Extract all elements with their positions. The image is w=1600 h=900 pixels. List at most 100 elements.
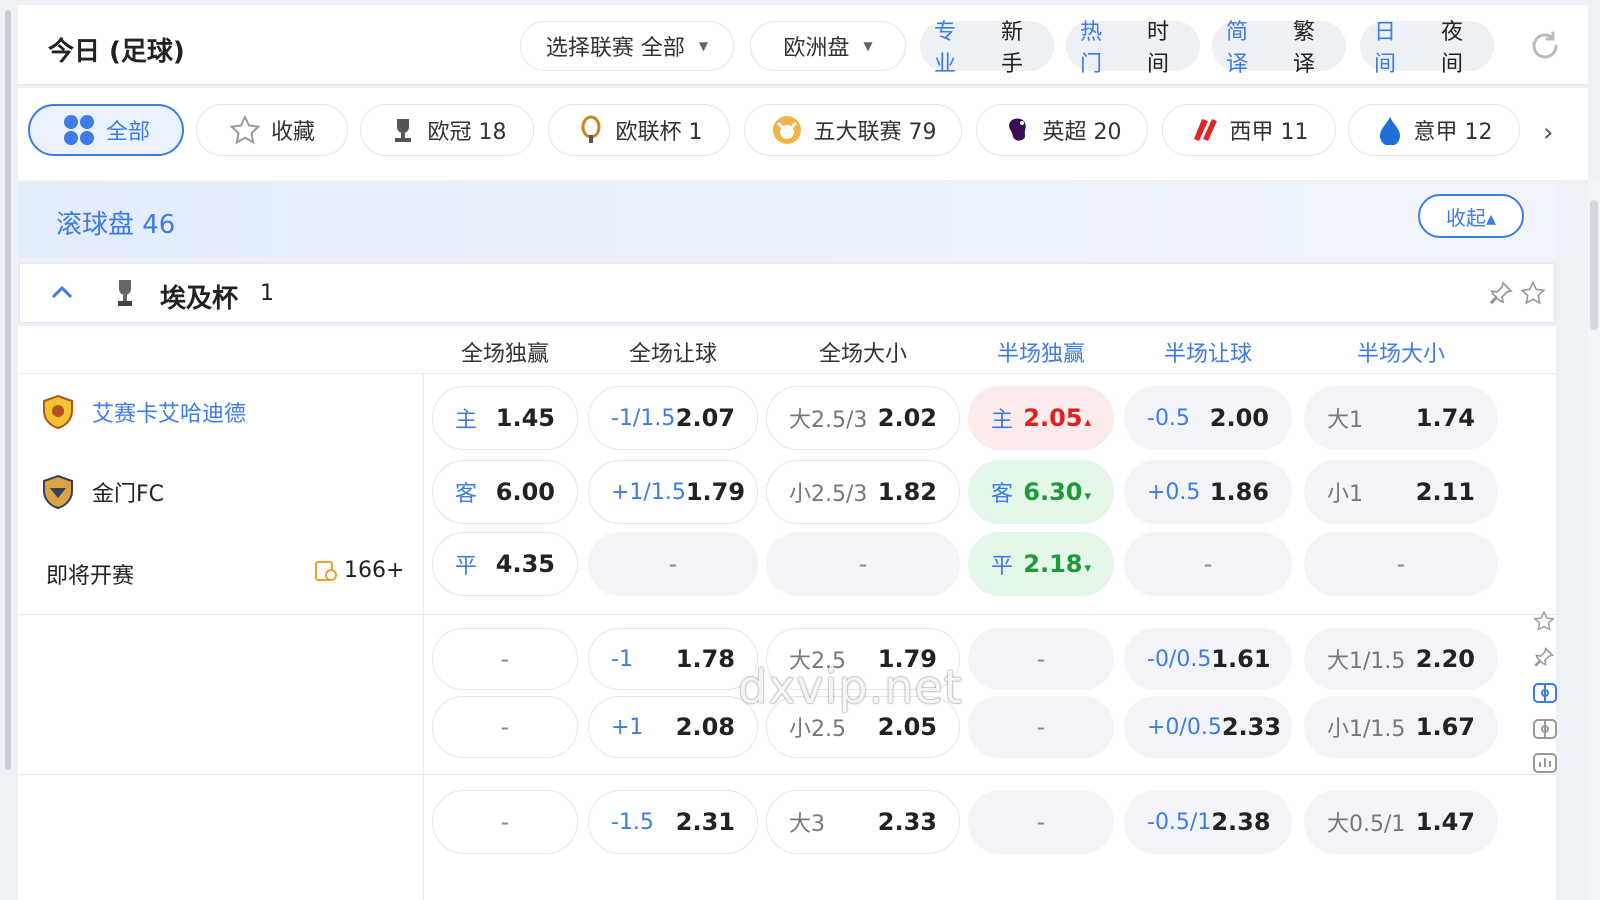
odds-cell-ht-handicap[interactable]: +0/0.5 2.33: [1124, 696, 1292, 758]
pin-icon[interactable]: [1533, 646, 1555, 668]
odds-value: 2.05 ▴: [1023, 404, 1091, 432]
league-filter-favorites[interactable]: 收藏: [196, 104, 348, 156]
odds-cell-ft-handicap[interactable]: +1 2.08: [588, 696, 758, 758]
odds-value: 2.08: [676, 713, 735, 741]
odds-cell-ft-totals[interactable]: 大2.5/3 2.02: [766, 386, 960, 450]
caret-down-icon: ▼: [698, 39, 709, 53]
stats-chart-icon[interactable]: [1533, 752, 1557, 774]
odds-value: 1.45: [496, 404, 555, 432]
markets-icon: [315, 560, 337, 581]
league-group-header[interactable]: 埃及杯 1: [18, 262, 1556, 324]
day-mode-option[interactable]: 日间: [1360, 14, 1427, 78]
mode-pro-option[interactable]: 专业: [920, 14, 987, 78]
odds-cell-ht-totals[interactable]: 大0.5/1 1.47: [1304, 790, 1498, 854]
col-ht-totals: 半场大小: [1356, 342, 1445, 367]
odds-value: 1.47: [1416, 808, 1475, 836]
mode-novice-option[interactable]: 新手: [987, 14, 1054, 78]
odds-number: 4.35: [495, 550, 555, 578]
odds-value: 6.00: [496, 478, 555, 506]
odds-type-dropdown[interactable]: 欧洲盘 ▼: [750, 21, 906, 71]
away-team[interactable]: 金门FC: [40, 474, 164, 510]
league-filter-epl[interactable]: 英超 20: [976, 104, 1148, 156]
odds-number: 2.31: [675, 808, 735, 836]
la-liga-icon: [1190, 115, 1220, 145]
odds-cell-ht-totals[interactable]: 大1 1.74: [1304, 386, 1498, 450]
league-filter-top-five[interactable]: 五大联赛 79: [744, 104, 962, 156]
odds-number: 2.33: [877, 808, 937, 836]
refresh-icon[interactable]: [1528, 29, 1562, 63]
more-markets-link[interactable]: 166+: [314, 558, 404, 583]
star-outline-icon[interactable]: [1520, 280, 1546, 310]
odds-number: 2.02: [877, 404, 937, 432]
odds-cell-ft-handicap[interactable]: -1.5 2.31: [588, 790, 758, 854]
sort-time-option[interactable]: 时间: [1133, 14, 1200, 78]
serie-a-icon: [1376, 115, 1404, 145]
theme-toggle[interactable]: 日间 夜间: [1360, 20, 1494, 77]
right-scrollbar-thumb[interactable]: [1590, 200, 1598, 330]
odds-cell-ft-handicap[interactable]: -1 1.78: [588, 628, 758, 690]
sort-hot-option[interactable]: 热门: [1066, 14, 1133, 78]
pin-icon[interactable]: [1488, 280, 1514, 310]
odds-cell-ft-totals[interactable]: 大3 2.33: [766, 790, 960, 854]
odds-cell-ft-totals[interactable]: 小2.5/3 1.82: [766, 460, 960, 524]
odds-cell-ht-1x2: -: [968, 628, 1114, 690]
odds-line: 大3: [789, 812, 825, 837]
odds-cell-ft-1x2[interactable]: 平 4.35: [432, 532, 578, 596]
odds-cell-ft-1x2[interactable]: 主 1.45: [432, 386, 578, 450]
left-scrollbar[interactable]: [0, 0, 18, 900]
traditional-option[interactable]: 繁译: [1279, 14, 1346, 78]
odds-line: 小2.5: [789, 717, 846, 742]
odds-cell-ft-handicap[interactable]: -1/1.5 2.07: [588, 386, 758, 450]
odds-cell-ft-1x2: -: [432, 696, 578, 758]
top-five-leagues-icon: [770, 113, 804, 147]
odds-number: 2.05: [877, 713, 937, 741]
odds-cell-ft-1x2[interactable]: 客 6.00: [432, 460, 578, 524]
odds-value: 1.67: [1416, 713, 1475, 741]
odds-cell-ht-handicap[interactable]: -0.5/1 2.38: [1124, 790, 1292, 854]
league-filter-uel[interactable]: 欧联杯 1: [548, 104, 730, 156]
league-filter-laliga[interactable]: 西甲 11: [1162, 104, 1336, 156]
odds-empty: -: [500, 808, 510, 836]
odds-cell-ht-handicap[interactable]: +0.5 1.86: [1124, 460, 1292, 524]
pitch-view-icon[interactable]: [1533, 718, 1557, 740]
odds-line: -0.5: [1147, 405, 1190, 431]
simplified-option[interactable]: 简译: [1212, 14, 1279, 78]
league-filter-ucl[interactable]: 欧冠 18: [360, 104, 534, 156]
odds-cell-ft-handicap[interactable]: +1/1.5 1.79: [588, 460, 758, 524]
league-filter-label: 西甲 11: [1229, 120, 1309, 145]
odds-line: 小2.5/3: [789, 482, 868, 507]
league-select-dropdown[interactable]: 选择联赛 全部 ▼: [520, 21, 734, 71]
odds-cell-ht-totals[interactable]: 小1/1.5 1.67: [1304, 696, 1498, 758]
star-outline-icon: [229, 114, 261, 146]
league-match-count: 1: [260, 281, 274, 306]
league-filter-all[interactable]: 全部: [28, 104, 184, 156]
col-ht-1x2: 半场独赢: [996, 342, 1085, 367]
odds-value: 6.30 ▾: [1023, 478, 1091, 506]
odds-empty: -: [1036, 808, 1046, 836]
odds-cell-ht-totals[interactable]: 小1 2.11: [1304, 460, 1498, 524]
odds-cell-ht-handicap[interactable]: -0/0.5 1.61: [1124, 628, 1292, 690]
odds-cell-ht-1x2[interactable]: 主 2.05 ▴: [968, 386, 1114, 450]
night-mode-option[interactable]: 夜间: [1427, 14, 1494, 78]
home-team[interactable]: 艾赛卡艾哈迪德: [40, 394, 246, 430]
odds-cell-ht-1x2[interactable]: 平 2.18 ▾: [968, 532, 1114, 596]
odds-cell-ht-handicap[interactable]: -0.5 2.00: [1124, 386, 1292, 450]
right-scrollbar[interactable]: [1588, 180, 1600, 900]
left-scrollbar-thumb[interactable]: [5, 10, 11, 770]
sort-toggle[interactable]: 热门 时间: [1066, 20, 1200, 77]
odds-number: 2.08: [675, 713, 735, 741]
chevron-right-icon[interactable]: ›: [1543, 118, 1553, 148]
odds-cell-ht-totals[interactable]: 大1/1.5 2.20: [1304, 628, 1498, 690]
odds-empty: -: [858, 550, 868, 578]
odds-value: 2.07: [676, 404, 735, 432]
translation-toggle[interactable]: 简译 繁译: [1212, 20, 1346, 77]
league-name: 埃及杯: [160, 284, 239, 314]
collapse-button[interactable]: 收起▴: [1418, 194, 1524, 238]
league-filter-seriea[interactable]: 意甲 12: [1348, 104, 1520, 156]
odds-value: 1.86: [1210, 478, 1269, 506]
mode-toggle[interactable]: 专业 新手: [920, 20, 1054, 77]
chevron-up-icon[interactable]: [48, 278, 76, 312]
field-icon[interactable]: [1533, 682, 1557, 704]
star-outline-icon[interactable]: [1533, 610, 1555, 632]
odds-cell-ht-1x2[interactable]: 客 6.30 ▾: [968, 460, 1114, 524]
